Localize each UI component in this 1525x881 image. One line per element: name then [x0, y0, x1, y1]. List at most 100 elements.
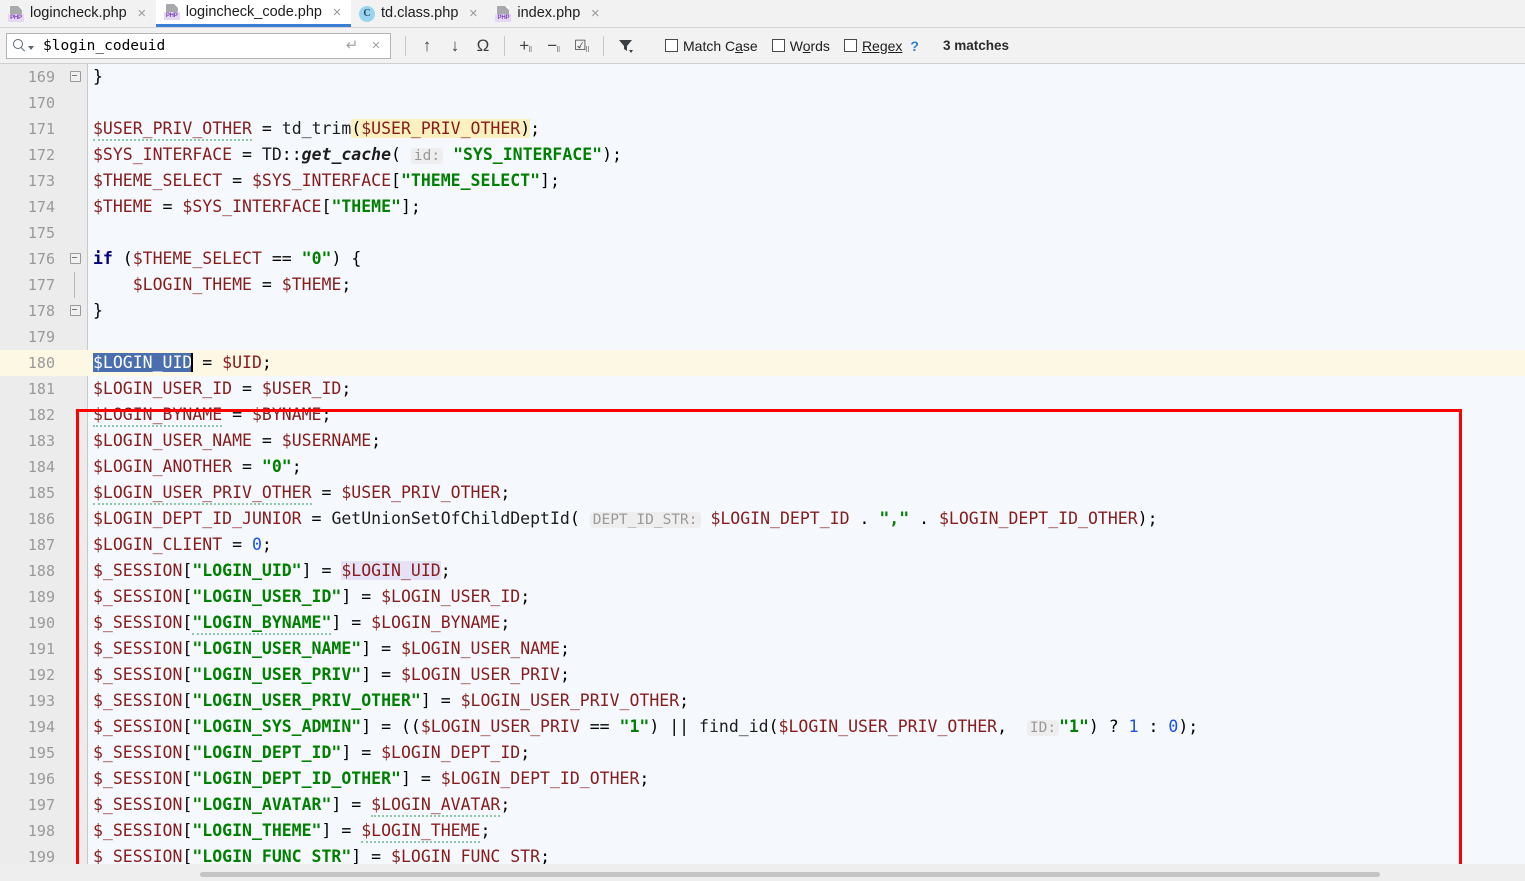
code-line[interactable]: 193 $_SESSION["LOGIN_USER_PRIV_OTHER"] =…: [0, 688, 1525, 714]
regex-help-icon[interactable]: ?: [910, 38, 919, 54]
code-line[interactable]: 183 $LOGIN_USER_NAME = $USERNAME;: [0, 428, 1525, 454]
close-icon[interactable]: ×: [136, 6, 148, 21]
line-number[interactable]: 189: [0, 584, 58, 610]
code-line[interactable]: 173 $THEME_SELECT = $SYS_INTERFACE["THEM…: [0, 168, 1525, 194]
checkbox-box[interactable]: [665, 39, 678, 52]
line-number[interactable]: 193: [0, 688, 58, 714]
tab-td-class-php[interactable]: C td.class.php ×: [351, 0, 487, 27]
line-number[interactable]: 171: [0, 116, 58, 142]
code-line[interactable]: 184 $LOGIN_ANOTHER = "0";: [0, 454, 1525, 480]
line-number[interactable]: 195: [0, 740, 58, 766]
search-icon[interactable]: [13, 39, 26, 52]
close-icon[interactable]: ×: [467, 6, 479, 21]
php-file-icon: PHP: [8, 5, 24, 22]
code-line[interactable]: 182 $LOGIN_BYNAME = $BYNAME;: [0, 402, 1525, 428]
code-line[interactable]: 190 $_SESSION["LOGIN_BYNAME"] = $LOGIN_B…: [0, 610, 1525, 636]
chevron-down-icon[interactable]: [28, 46, 34, 50]
words-checkbox[interactable]: Words: [771, 38, 830, 54]
code-line[interactable]: 195 $_SESSION["LOGIN_DEPT_ID"] = $LOGIN_…: [0, 740, 1525, 766]
line-number[interactable]: 176: [0, 246, 58, 272]
remove-selection-button[interactable]: − II: [540, 33, 568, 59]
tab-logincheck-code-php[interactable]: PHP logincheck_code.php ×: [155, 0, 351, 27]
line-number[interactable]: 179: [0, 324, 58, 350]
line-number[interactable]: 175: [0, 220, 58, 246]
wrap-around-icon[interactable]: ↵: [342, 38, 362, 53]
line-number[interactable]: 177: [0, 272, 58, 298]
select-all-occurrences-button[interactable]: ☑ II: [568, 33, 596, 59]
tab-logincheck-php[interactable]: PHP logincheck.php ×: [0, 0, 156, 27]
tab-index-php[interactable]: PHP index.php ×: [487, 0, 609, 27]
code-line[interactable]: 175: [0, 220, 1525, 246]
line-number[interactable]: 190: [0, 610, 58, 636]
search-input[interactable]: $login_codeuid: [38, 34, 338, 58]
horizontal-scrollbar[interactable]: [200, 872, 1380, 877]
code-line[interactable]: 188 $_SESSION["LOGIN_UID"] = $LOGIN_UID;: [0, 558, 1525, 584]
code-line[interactable]: 181 $LOGIN_USER_ID = $USER_ID;: [0, 376, 1525, 402]
code-line[interactable]: 194 $_SESSION["LOGIN_SYS_ADMIN"] = (($LO…: [0, 714, 1525, 740]
code-line[interactable]: 169 }: [0, 64, 1525, 90]
line-number[interactable]: 178: [0, 298, 58, 324]
line-number[interactable]: 181: [0, 376, 58, 402]
line-number[interactable]: 197: [0, 792, 58, 818]
code-line[interactable]: 196 $_SESSION["LOGIN_DEPT_ID_OTHER"] = $…: [0, 766, 1525, 792]
code-line[interactable]: 178 }: [0, 298, 1525, 324]
line-number[interactable]: 198: [0, 818, 58, 844]
code-line[interactable]: 176 if ($THEME_SELECT == "0") {: [0, 246, 1525, 272]
tab-label: logincheck_code.php: [185, 3, 322, 20]
match-case-checkbox[interactable]: Match Case: [665, 38, 758, 54]
line-number[interactable]: 174: [0, 194, 58, 220]
line-number[interactable]: 183: [0, 428, 58, 454]
line-number[interactable]: 170: [0, 90, 58, 116]
code-lines[interactable]: 169 } 170 171 $USER_PRIV_OTHER = td_trim…: [0, 64, 1525, 870]
code-line[interactable]: 198 $_SESSION["LOGIN_THEME"] = $LOGIN_TH…: [0, 818, 1525, 844]
code-line-current[interactable]: 180 $LOGIN_UID = $UID;: [0, 350, 1525, 376]
code-line[interactable]: 170: [0, 90, 1525, 116]
fold-marker[interactable]: [58, 298, 88, 324]
line-number[interactable]: 180: [0, 350, 58, 376]
code-line[interactable]: 174 $THEME = $SYS_INTERFACE["THEME"];: [0, 194, 1525, 220]
line-number[interactable]: 173: [0, 168, 58, 194]
line-number[interactable]: 187: [0, 532, 58, 558]
fold-marker[interactable]: [58, 246, 88, 272]
text-selection[interactable]: $LOGIN_UID: [93, 353, 193, 372]
fold-marker: [58, 792, 88, 818]
code-editor[interactable]: 169 } 170 171 $USER_PRIV_OTHER = td_trim…: [0, 64, 1525, 881]
code-line[interactable]: 179: [0, 324, 1525, 350]
clear-search-icon[interactable]: ×: [366, 38, 386, 53]
line-number[interactable]: 172: [0, 142, 58, 168]
find-next-button[interactable]: ↓: [441, 33, 469, 59]
line-number[interactable]: 186: [0, 506, 58, 532]
find-previous-button[interactable]: ↑: [413, 33, 441, 59]
code-line[interactable]: 172 $SYS_INTERFACE = TD::get_cache( id: …: [0, 142, 1525, 168]
regex-checkbox[interactable]: Regex: [843, 38, 902, 54]
code-line[interactable]: 177 $LOGIN_THEME = $THEME;: [0, 272, 1525, 298]
fold-marker[interactable]: [58, 64, 88, 90]
line-number[interactable]: 191: [0, 636, 58, 662]
code-line[interactable]: 187 $LOGIN_CLIENT = 0;: [0, 532, 1525, 558]
checkbox-box[interactable]: [843, 39, 857, 52]
code-line[interactable]: 171 $USER_PRIV_OTHER = td_trim($USER_PRI…: [0, 116, 1525, 142]
line-number[interactable]: 184: [0, 454, 58, 480]
line-content: $LOGIN_BYNAME = $BYNAME;: [88, 402, 1525, 428]
code-line[interactable]: 189 $_SESSION["LOGIN_USER_ID"] = $LOGIN_…: [0, 584, 1525, 610]
code-line[interactable]: 197 $_SESSION["LOGIN_AVATAR"] = $LOGIN_A…: [0, 792, 1525, 818]
code-line[interactable]: 192 $_SESSION["LOGIN_USER_PRIV"] = $LOGI…: [0, 662, 1525, 688]
search-field[interactable]: $login_codeuid ↵ ×: [6, 32, 391, 59]
checkbox-box[interactable]: [771, 39, 785, 52]
line-number[interactable]: 188: [0, 558, 58, 584]
code-line[interactable]: 186 $LOGIN_DEPT_ID_JUNIOR = GetUnionSetO…: [0, 506, 1525, 532]
line-number[interactable]: 196: [0, 766, 58, 792]
close-icon[interactable]: ×: [589, 6, 601, 21]
line-number[interactable]: 192: [0, 662, 58, 688]
code-line[interactable]: 191 $_SESSION["LOGIN_USER_NAME"] = $LOGI…: [0, 636, 1525, 662]
code-line[interactable]: 185 $LOGIN_USER_PRIV_OTHER = $USER_PRIV_…: [0, 480, 1525, 506]
close-icon[interactable]: ×: [331, 5, 343, 20]
line-number[interactable]: 169: [0, 64, 58, 90]
find-all-button[interactable]: Ω: [469, 33, 497, 59]
line-number[interactable]: 194: [0, 714, 58, 740]
filter-search-button[interactable]: [611, 33, 639, 59]
add-selection-button[interactable]: + II: [512, 33, 540, 59]
line-number[interactable]: 182: [0, 402, 58, 428]
line-number[interactable]: 185: [0, 480, 58, 506]
fold-marker: [58, 350, 88, 376]
